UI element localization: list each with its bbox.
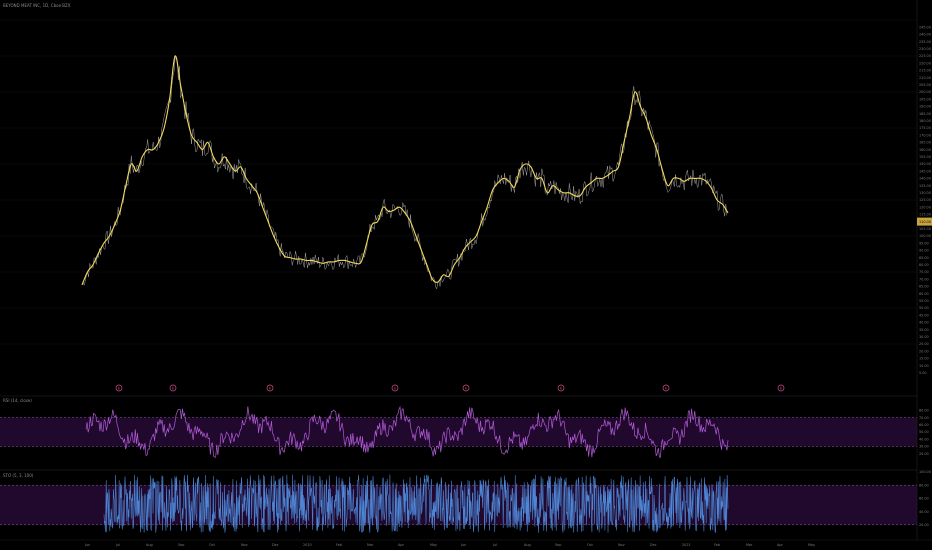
price-tick-label: 5.00 — [919, 371, 927, 375]
price-tick-label: 65.00 — [919, 285, 929, 289]
price-tick-label: 60.00 — [919, 292, 929, 296]
chart-background — [0, 0, 932, 550]
price-tick-label: 35.00 — [919, 328, 929, 332]
earnings-marker-label: E — [560, 386, 562, 390]
price-tick-label: 175.00 — [919, 126, 931, 130]
rsi-tick-label: 70.00 — [919, 416, 929, 420]
time-tick-label: May — [430, 543, 437, 547]
price-tick-label: 135.00 — [919, 184, 931, 188]
time-tick-label: 2020 — [303, 543, 312, 547]
price-tick-label: 120.00 — [919, 205, 931, 209]
time-tick-label: Apr — [777, 543, 783, 547]
time-tick-label: May — [808, 543, 815, 547]
stoch-tick-label: 80.00 — [919, 483, 929, 487]
time-tick-label: Feb — [336, 543, 342, 547]
rsi-tick-label: 50.00 — [919, 430, 929, 434]
stoch-tick-label: 40.00 — [919, 510, 929, 514]
price-tick-label: 160.00 — [919, 148, 931, 152]
earnings-marker-label: E — [172, 386, 174, 390]
price-tick-label: 185.00 — [919, 112, 931, 116]
time-tick-label: Aug — [146, 543, 153, 547]
time-tick-label: Dec — [650, 543, 657, 547]
price-tick-label: 125.00 — [919, 198, 931, 202]
time-tick-label: Feb — [714, 543, 720, 547]
current-price-label: 110.00 — [919, 220, 931, 224]
time-tick-label: Aug — [524, 543, 531, 547]
rsi-tick-label: 60.00 — [919, 423, 929, 427]
price-tick-label: 50.00 — [919, 306, 929, 310]
price-tick-label: 40.00 — [919, 321, 929, 325]
price-tick-label: 45.00 — [919, 313, 929, 317]
price-tick-label: 90.00 — [919, 249, 929, 253]
price-tick-label: 230.00 — [919, 47, 931, 51]
price-tick-label: 210.00 — [919, 76, 931, 80]
price-tick-label: 130.00 — [919, 191, 931, 195]
price-tick-label: 105.00 — [919, 227, 931, 231]
price-tick-label: 220.00 — [919, 61, 931, 65]
rsi-tick-label: 20.00 — [919, 452, 929, 456]
price-tick-label: 195.00 — [919, 97, 931, 101]
price-tick-label: 205.00 — [919, 83, 931, 87]
earnings-marker-label: E — [269, 386, 271, 390]
stoch-label: STO (5, 3, 100) — [3, 473, 34, 478]
price-tick-label: 140.00 — [919, 177, 931, 181]
time-tick-label: Mar — [367, 543, 374, 547]
stoch-tick-label: 60.00 — [919, 497, 929, 501]
time-tick-label: Jul — [492, 543, 497, 547]
time-tick-label: Jul — [115, 543, 120, 547]
time-tick-label: Sep — [178, 543, 184, 547]
time-tick-label: Sep — [555, 543, 561, 547]
rsi-label: RSI (14, close) — [3, 398, 32, 403]
price-tick-label: 55.00 — [919, 299, 929, 303]
time-tick-label: 2021 — [682, 543, 691, 547]
price-tick-label: 190.00 — [919, 105, 931, 109]
stoch-tick-label: 20.00 — [919, 523, 929, 527]
price-tick-label: 15.00 — [919, 357, 929, 361]
time-tick-label: Mar — [746, 543, 753, 547]
time-tick-label: Oct — [587, 543, 594, 547]
price-tick-label: 150.00 — [919, 162, 931, 166]
earnings-marker-label: E — [465, 386, 467, 390]
earnings-marker-label: E — [665, 386, 667, 390]
time-tick-label: Jun — [460, 543, 466, 547]
price-tick-label: 85.00 — [919, 256, 929, 260]
time-tick-label: Apr — [398, 543, 404, 547]
stoch-tick-label: 100.00 — [919, 470, 931, 474]
price-tick-label: 75.00 — [919, 270, 929, 274]
price-tick-label: 100.00 — [919, 234, 931, 238]
price-tick-label: 245.00 — [919, 25, 931, 29]
earnings-marker-label: E — [394, 386, 396, 390]
time-tick-label: Dec — [272, 543, 279, 547]
time-tick-label: Nov — [241, 543, 248, 547]
chart-root: BEYOND MEAT INC, 1D, Cboe BZX E E E E E E E E R… — [0, 0, 932, 550]
price-tick-label: 80.00 — [919, 263, 929, 267]
price-tick-label: 235.00 — [919, 40, 931, 44]
earnings-marker-label: E — [118, 386, 120, 390]
time-tick-label: Nov — [618, 543, 625, 547]
price-tick-label: 70.00 — [919, 277, 929, 281]
price-tick-label: 225.00 — [919, 54, 931, 58]
price-tick-label: 145.00 — [919, 169, 931, 173]
price-tick-label: 95.00 — [919, 241, 929, 245]
earnings-marker-label: E — [780, 386, 782, 390]
price-tick-label: 25.00 — [919, 342, 929, 346]
rsi-tick-label: 40.00 — [919, 437, 929, 441]
price-tick-label: 20.00 — [919, 349, 929, 353]
price-tick-label: 30.00 — [919, 335, 929, 339]
rsi-band — [0, 417, 917, 447]
price-tick-label: 115.00 — [919, 213, 931, 217]
time-tick-label: Jun — [84, 543, 90, 547]
price-tick-label: 240.00 — [919, 33, 931, 37]
symbol-title: BEYOND MEAT INC, 1D, Cboe BZX — [3, 3, 71, 8]
price-tick-label: 200.00 — [919, 90, 931, 94]
time-tick-label: Oct — [209, 543, 216, 547]
price-tick-label: 10.00 — [919, 364, 929, 368]
price-tick-label: 215.00 — [919, 69, 931, 73]
price-tick-label: 180.00 — [919, 119, 931, 123]
rsi-tick-label: 30.00 — [919, 445, 929, 449]
rsi-tick-label: 80.00 — [919, 409, 929, 413]
price-tick-label: 155.00 — [919, 155, 931, 159]
price-tick-label: 170.00 — [919, 133, 931, 137]
price-tick-label: 165.00 — [919, 141, 931, 145]
